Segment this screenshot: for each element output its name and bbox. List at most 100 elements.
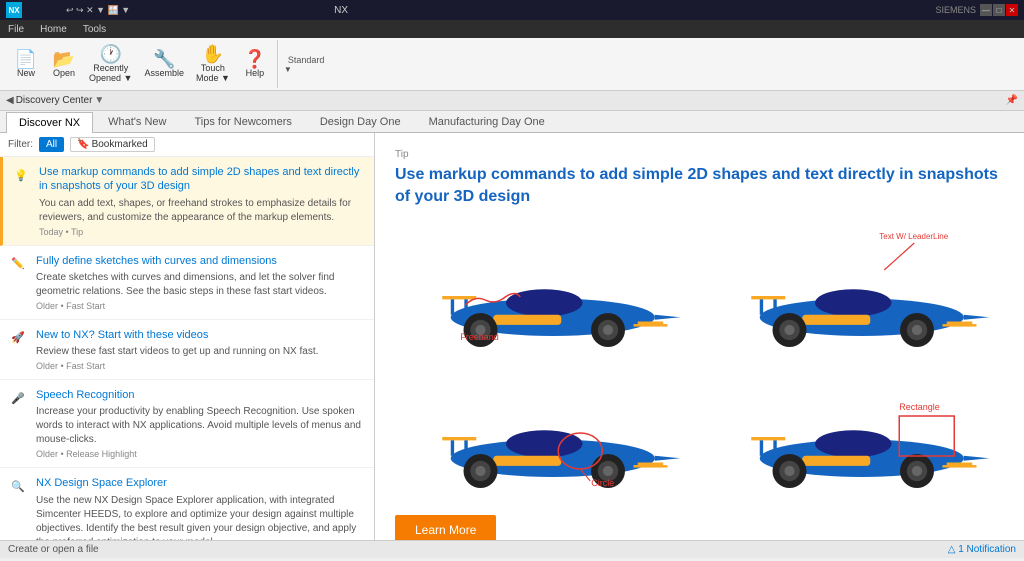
item-3-title: New to NX? Start with these videos: [36, 328, 366, 342]
filter-label: Filter:: [8, 139, 33, 150]
touch-mode-label: TouchMode ▼: [196, 63, 230, 83]
item-5-desc: Use the new NX Design Space Explorer app…: [36, 494, 366, 540]
tab-discover-nx[interactable]: Discover NX: [6, 112, 93, 133]
notification-text[interactable]: △ 1 Notification: [948, 544, 1016, 555]
breadcrumb-bar: ◀ Discovery Center ▼ 📌: [0, 91, 1024, 111]
open-icon: 📂: [53, 50, 75, 68]
title-bar: NX ↩ ↪ ✕ ▼ 🪟 ▼ NX SIEMENS — □ ✕: [0, 0, 1024, 20]
item-1-meta: Today • Tip: [39, 227, 366, 237]
list-item[interactable]: 🎤 Speech Recognition Increase your produ…: [0, 380, 374, 468]
toolbar-standard: Standard ▼: [280, 55, 329, 74]
help-button[interactable]: ❓ Help: [237, 47, 273, 81]
menu-file[interactable]: File: [4, 24, 28, 35]
recently-opened-icon: 🕐: [100, 45, 122, 63]
list-item[interactable]: 💡 Use markup commands to add simple 2D s…: [0, 157, 374, 246]
assemble-label: Assemble: [144, 68, 184, 78]
item-5-icon: 🔍: [8, 476, 28, 496]
menu-bar: File Home Tools: [0, 20, 1024, 38]
list-item[interactable]: ✏️ Fully define sketches with curves and…: [0, 246, 374, 320]
tab-design-day-one[interactable]: Design Day One: [307, 111, 414, 132]
filter-all-button[interactable]: All: [39, 137, 64, 152]
car-image-rectangle: Rectangle: [704, 366, 1005, 496]
status-bar: Create or open a file △ 1 Notification: [0, 540, 1024, 558]
touch-mode-button[interactable]: ✋ TouchMode ▼: [191, 42, 235, 86]
item-2-meta: Older • Fast Start: [36, 301, 366, 311]
item-1-icon: 💡: [11, 165, 31, 185]
open-label: Open: [53, 68, 75, 78]
item-4-desc: Increase your productivity by enabling S…: [36, 405, 366, 447]
menu-tools[interactable]: Tools: [79, 24, 110, 35]
car-cell-text-leader: Text W/ LeaderLine: [704, 225, 1005, 358]
breadcrumb-dropdown[interactable]: ▼: [94, 95, 104, 106]
item-3-meta: Older • Fast Start: [36, 361, 366, 371]
assemble-icon: 🔧: [153, 50, 175, 68]
nx-logo: NX: [6, 2, 22, 18]
item-2-desc: Create sketches with curves and dimensio…: [36, 271, 366, 299]
tab-whats-new[interactable]: What's New: [95, 111, 179, 132]
car-image-freehand: Freehand: [395, 225, 696, 355]
main-layout: Filter: All 🔖 Bookmarked 💡 Use markup co…: [0, 133, 1024, 540]
title-bar-left: NX ↩ ↪ ✕ ▼ 🪟 ▼ NX: [6, 2, 348, 18]
tabs-bar: Discover NX What's New Tips for Newcomer…: [0, 111, 1024, 133]
car-cell-freehand: Freehand: [395, 225, 696, 358]
recently-opened-label: RecentlyOpened ▼: [89, 63, 132, 83]
close-button[interactable]: ✕: [1006, 4, 1018, 16]
item-3-desc: Review these fast start videos to get up…: [36, 345, 366, 359]
list-container: 💡 Use markup commands to add simple 2D s…: [0, 157, 374, 540]
new-icon: 📄: [15, 50, 37, 68]
new-button[interactable]: 📄 New: [8, 47, 44, 81]
rectangle-annotation-text: Rectangle: [899, 402, 940, 412]
item-5-title: NX Design Space Explorer: [36, 476, 366, 490]
filter-bookmarked-button[interactable]: 🔖 Bookmarked: [70, 137, 155, 152]
toolbar-group-main: 📄 New 📂 Open 🕐 RecentlyOpened ▼ 🔧 Assemb…: [4, 40, 278, 88]
tip-title: Use markup commands to add simple 2D sha…: [395, 164, 1004, 209]
car-image-circle: Circle: [395, 366, 696, 496]
item-2-icon: ✏️: [8, 254, 28, 274]
breadcrumb-arrow: ◀: [6, 95, 14, 106]
toolbar: 📄 New 📂 Open 🕐 RecentlyOpened ▼ 🔧 Assemb…: [0, 38, 1024, 91]
item-1-desc: You can add text, shapes, or freehand st…: [39, 197, 366, 225]
text-leader-annotation-text: Text W/ LeaderLine: [879, 232, 948, 241]
tab-tips-newcomers[interactable]: Tips for Newcomers: [181, 111, 304, 132]
list-item[interactable]: 🚀 New to NX? Start with these videos Rev…: [0, 320, 374, 380]
quick-access-toolbar: ↩ ↪ ✕ ▼ 🪟 ▼: [66, 5, 130, 16]
tab-manufacturing-day-one[interactable]: Manufacturing Day One: [416, 111, 558, 132]
item-4-title: Speech Recognition: [36, 388, 366, 402]
tip-label: Tip: [395, 149, 1004, 160]
help-label: Help: [246, 68, 265, 78]
window-title: NX: [334, 5, 348, 16]
standard-dropdown[interactable]: ▼: [284, 65, 329, 74]
car-cell-rectangle: Rectangle: [704, 366, 1005, 499]
menu-home[interactable]: Home: [36, 24, 71, 35]
open-button[interactable]: 📂 Open: [46, 47, 82, 81]
help-icon: ❓: [244, 50, 266, 68]
bookmark-icon: 🔖: [77, 139, 89, 150]
minimize-button[interactable]: —: [980, 4, 992, 16]
item-4-icon: 🎤: [8, 388, 28, 408]
standard-label: Standard: [284, 55, 329, 65]
bookmarked-label: Bookmarked: [92, 139, 148, 150]
status-text: Create or open a file: [8, 544, 99, 555]
list-item[interactable]: 🔍 NX Design Space Explorer Use the new N…: [0, 468, 374, 540]
right-panel: Tip Use markup commands to add simple 2D…: [375, 133, 1024, 540]
new-label: New: [17, 68, 35, 78]
circle-annotation-text: Circle: [591, 478, 614, 488]
learn-more-button[interactable]: Learn More: [395, 515, 496, 540]
breadcrumb-controls: 📌: [1006, 95, 1018, 106]
window-controls[interactable]: — □ ✕: [980, 4, 1018, 16]
item-1-title: Use markup commands to add simple 2D sha…: [39, 165, 366, 194]
breadcrumb-pin-icon[interactable]: 📌: [1006, 95, 1018, 106]
breadcrumb-discovery-center[interactable]: Discovery Center: [16, 95, 93, 106]
cars-grid: Freehand: [395, 225, 1004, 499]
assemble-button[interactable]: 🔧 Assemble: [139, 47, 189, 81]
car-image-text-leader: Text W/ LeaderLine: [704, 225, 1005, 355]
freehand-annotation-text: Freehand: [460, 332, 499, 342]
item-2-title: Fully define sketches with curves and di…: [36, 254, 366, 268]
maximize-button[interactable]: □: [993, 4, 1005, 16]
recently-opened-button[interactable]: 🕐 RecentlyOpened ▼: [84, 42, 137, 86]
left-panel: Filter: All 🔖 Bookmarked 💡 Use markup co…: [0, 133, 375, 540]
item-3-icon: 🚀: [8, 328, 28, 348]
touch-mode-icon: ✋: [202, 45, 224, 63]
siemens-label: SIEMENS: [935, 5, 976, 15]
filter-bar: Filter: All 🔖 Bookmarked: [0, 133, 374, 157]
